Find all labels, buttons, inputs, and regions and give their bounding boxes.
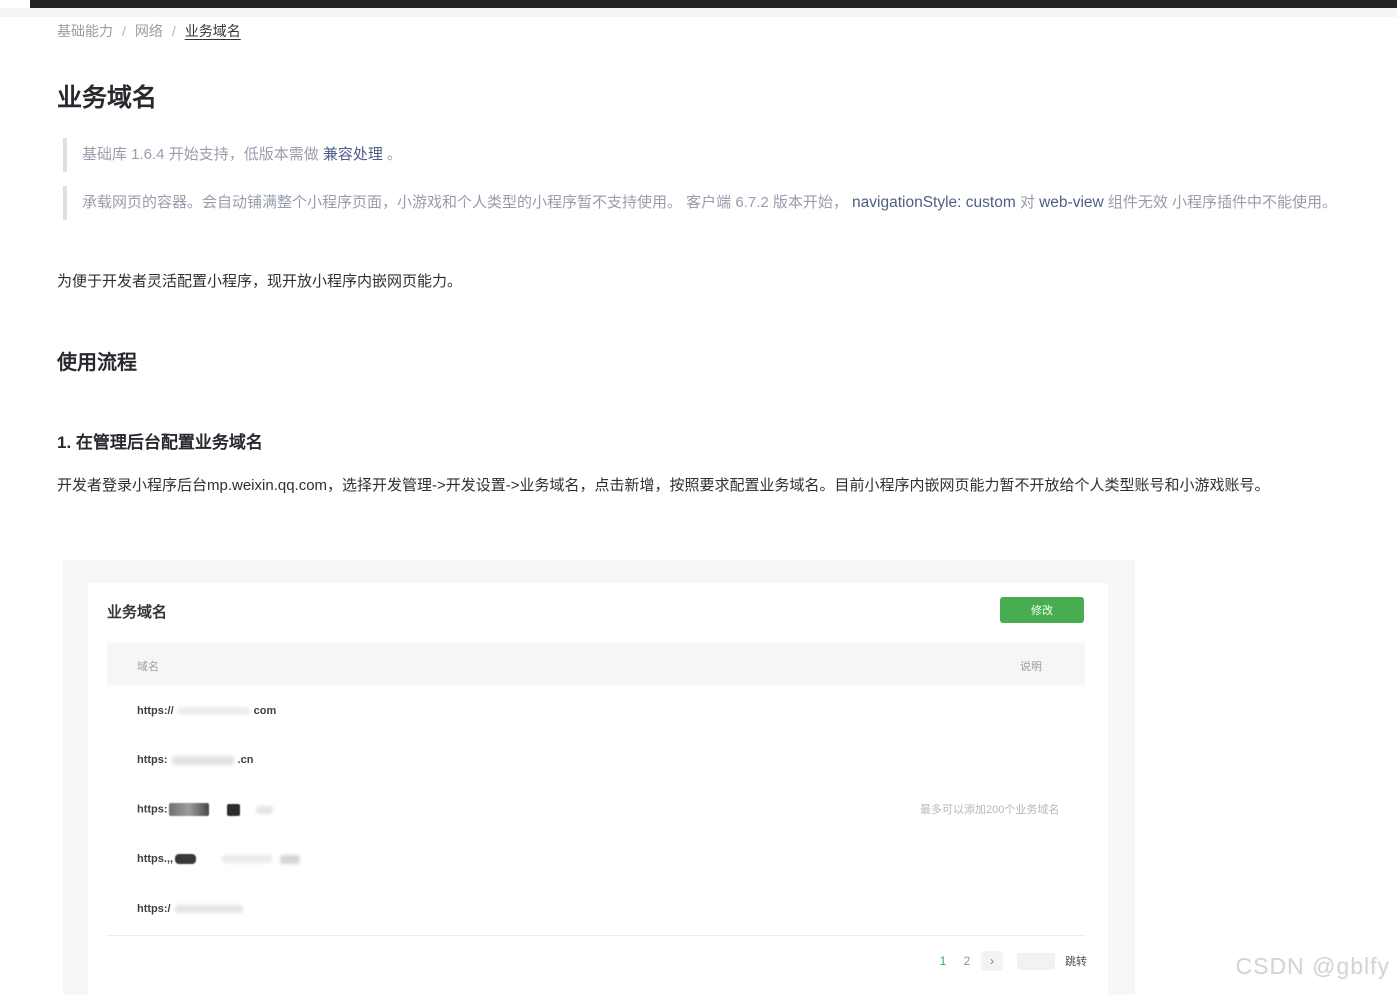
domain-url-prefix: https:: [137, 803, 168, 815]
breadcrumb-item-network[interactable]: 网络: [135, 23, 163, 39]
breadcrumb-item-capability[interactable]: 基础能力: [57, 23, 113, 39]
redacted-block: [175, 854, 196, 864]
panel-title: 业务域名: [107, 601, 167, 622]
redacted-blur: [178, 707, 250, 715]
container-note-text-1: 承载网页的容器。会自动铺满整个小程序页面，小游戏和个人类型的小程序暂不支持使用。…: [82, 194, 852, 211]
doc-page: 基础能力 / 网络 / 业务域名 业务域名 基础库 1.6.4 开始支持，低版本需做 兼…: [0, 0, 1397, 995]
pagination: 1 2 › 跳转: [933, 951, 1087, 971]
column-header-domain: 域名: [137, 658, 159, 674]
redacted-blur: [175, 905, 243, 913]
breadcrumb-separator: /: [172, 23, 176, 39]
step-body-paragraph: 开发者登录小程序后台mp.weixin.qq.com，选择开发管理->开发设置-…: [57, 468, 1347, 504]
domain-url-prefix: https://: [137, 705, 174, 717]
section-title-usage-flow: 使用流程: [57, 346, 137, 375]
redacted-block: [169, 803, 209, 816]
domain-limit-note: 最多可以添加200个业务域名: [920, 801, 1059, 817]
domain-url-prefix: https:/: [137, 903, 171, 915]
redacted-block: [227, 804, 240, 816]
version-note-quote: 基础库 1.6.4 开始支持，低版本需做 兼容处理 。: [63, 138, 402, 172]
pagination-page-1[interactable]: 1: [933, 951, 953, 971]
web-view-code: web-view: [1039, 194, 1104, 211]
page-jump-input[interactable]: [1017, 953, 1055, 970]
table-row: https:: [137, 803, 277, 823]
container-note-text-2: 对: [1016, 194, 1039, 211]
page-title: 业务域名: [57, 78, 157, 114]
table-row: https: .cn: [137, 754, 253, 774]
domain-url-prefix: https.,,: [137, 853, 173, 865]
redacted-blur: [172, 756, 234, 765]
column-header-desc: 说明: [1020, 658, 1042, 674]
version-note-tail: 。: [383, 146, 402, 163]
redacted-blur: [222, 855, 272, 863]
breadcrumb-separator: /: [122, 23, 126, 39]
domain-url-suffix: .cn: [238, 754, 254, 766]
table-bottom-divider: [107, 935, 1085, 936]
navigation-style-code: navigationStyle: custom: [852, 194, 1016, 211]
breadcrumb: 基础能力 / 网络 / 业务域名: [57, 21, 241, 41]
domain-url-prefix: https:: [137, 754, 168, 766]
breadcrumb-item-business-domain[interactable]: 业务域名: [185, 23, 241, 39]
table-row: https:// com: [137, 705, 276, 725]
page-jump-label[interactable]: 跳转: [1065, 953, 1087, 969]
domain-url-suffix: com: [254, 705, 277, 717]
container-note-quote: 承载网页的容器。会自动铺满整个小程序页面，小游戏和个人类型的小程序暂不支持使用。…: [63, 186, 1343, 220]
table-row: https.,,: [137, 853, 304, 873]
pagination-next-button[interactable]: ›: [981, 951, 1003, 971]
intro-paragraph: 为便于开发者灵活配置小程序，现开放小程序内嵌网页能力。: [57, 270, 462, 291]
table-header: 域名 说明: [107, 643, 1085, 685]
table-row: https:/: [137, 903, 247, 923]
csdn-watermark: CSDN @gblfy: [1236, 953, 1391, 980]
redacted-blur: [256, 806, 273, 814]
container-note-text-3: 组件无效 小程序插件中不能使用。: [1104, 194, 1337, 211]
redacted-blur: [280, 855, 300, 864]
domain-settings-card: 业务域名 修改 域名 说明 https:// com https: .cn http…: [88, 583, 1108, 995]
pagination-page-2[interactable]: 2: [957, 951, 977, 971]
compat-link[interactable]: 兼容处理: [323, 146, 383, 163]
admin-screenshot: 业务域名 修改 域名 说明 https:// com https: .cn http…: [63, 560, 1135, 995]
top-dark-bar: [30, 0, 1397, 8]
modify-button[interactable]: 修改: [1000, 597, 1084, 623]
version-note-text: 基础库 1.6.4 开始支持，低版本需做: [82, 146, 323, 163]
step-title-configure-domain: 1. 在管理后台配置业务域名: [57, 428, 263, 453]
top-gray-strip: [0, 8, 1397, 17]
